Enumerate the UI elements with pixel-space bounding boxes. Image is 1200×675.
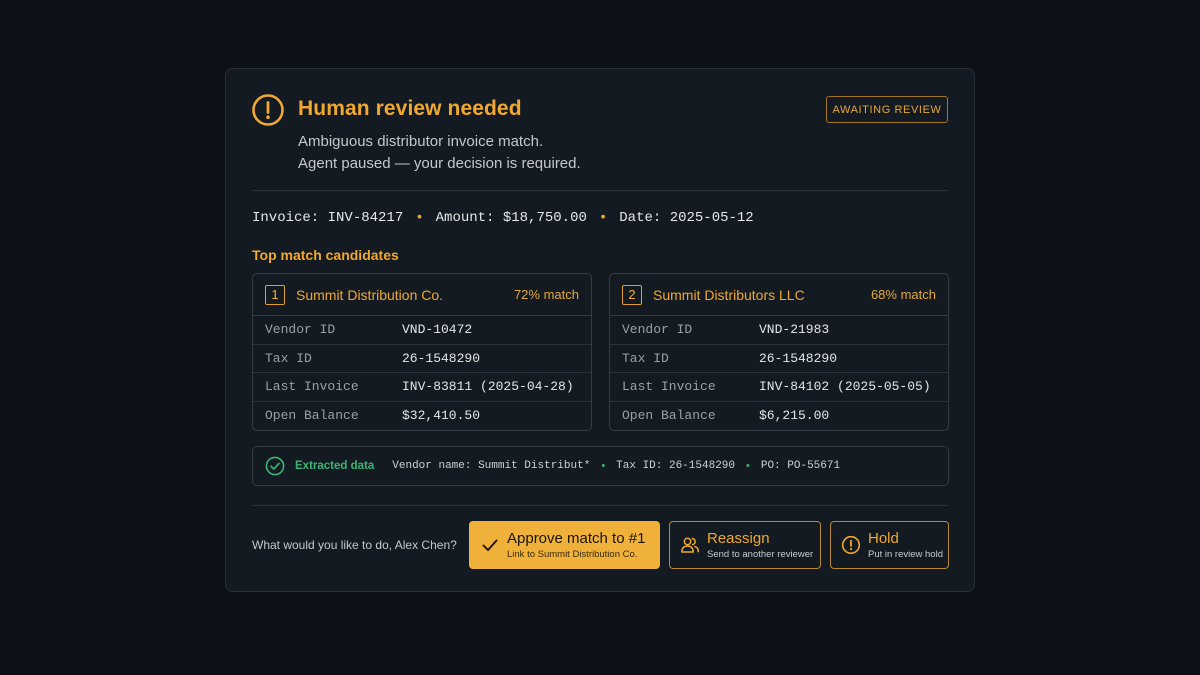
separator-dot: • [415,210,424,226]
table-row: Tax ID 26-1548290 [253,345,591,373]
candidate-header: 1 Summit Distribution Co. 72% match [253,274,591,316]
review-card: Human review needed Ambiguous distributo… [225,68,975,592]
row-value: VND-21983 [759,322,830,338]
row-label: Last Invoice [265,379,359,395]
candidate-name: Summit Distributors LLC [653,286,805,303]
invoice-summary: Invoice: INV-84217 • Amount: $18,750.00 … [252,210,754,226]
row-value: $6,215.00 [759,408,830,424]
approve-label: Approve match to #1 [507,529,646,547]
row-value: VND-10472 [402,322,473,338]
subtitle-line-2: Agent paused — your decision is required… [298,155,581,172]
row-label: Tax ID [265,350,312,366]
row-label: Vendor ID [622,322,693,338]
page-subtitle: Ambiguous distributor invoice match. Age… [298,131,581,175]
match-score: 68% match [870,287,936,302]
extracted-data-bar: Extracted data Vendor name: Summit Distr… [252,446,949,486]
candidate-header: 2 Summit Distributors LLC 68% match [610,274,948,316]
extracted-po: PO: PO-55671 [760,460,841,472]
table-row: Vendor ID VND-10472 [253,316,591,345]
candidate-card-2[interactable]: 2 Summit Distributors LLC 68% match Vend… [609,273,949,431]
table-row: Open Balance $6,215.00 [610,402,948,431]
action-prompt: What would you like to do, Alex Chen? [252,538,457,552]
separator-dot: • [601,460,606,472]
reassign-sublabel: Send to another reviewer [707,548,814,560]
invoice-date: Date: 2025-05-12 [619,210,754,226]
candidates-heading: Top match candidates [252,247,399,263]
separator-dot: • [598,210,608,226]
approve-button[interactable]: Approve match to #1 Link to Summit Distr… [469,521,660,569]
alert-circle-icon [841,535,861,555]
table-row: Last Invoice INV-84102 (2025-05-05) [610,373,948,402]
invoice-number: Invoice: INV-84217 [252,210,404,226]
row-label: Vendor ID [265,322,336,338]
row-value: 26-1548290 [402,350,481,366]
users-icon [681,537,700,553]
divider [252,190,948,191]
row-label: Tax ID [622,350,669,366]
table-row: Last Invoice INV-83811 (2025-04-28) [253,373,591,402]
extracted-vendor: Vendor name: Summit Distribut* [392,460,591,472]
candidate-number: 1 [265,284,285,305]
reassign-label: Reassign [707,529,770,547]
hold-button[interactable]: Hold Put in review hold [830,521,949,569]
table-row: Tax ID 26-1548290 [610,345,948,373]
candidate-number: 2 [622,284,642,305]
separator-dot: • [746,460,750,472]
alert-circle-icon [252,94,284,126]
row-label: Open Balance [622,408,716,424]
row-value: INV-84102 (2025-05-05) [759,379,931,395]
match-score: 72% match [513,287,579,302]
invoice-amount: Amount: $18,750.00 [435,210,587,226]
status-badge: AWAITING REVIEW [826,96,948,123]
row-value: 26-1548290 [759,350,838,366]
check-circle-icon [265,456,285,476]
row-value: INV-83811 (2025-04-28) [402,379,574,395]
approve-sublabel: Link to Summit Distribution Co. [507,548,638,560]
extracted-tax-id: Tax ID: 26-1548290 [616,460,735,472]
extracted-label: Extracted data [295,460,375,472]
table-row: Open Balance $32,410.50 [253,402,591,431]
page-title: Human review needed [298,97,522,120]
divider [252,505,948,506]
candidate-name: Summit Distribution Co. [296,286,444,303]
table-row: Vendor ID VND-21983 [610,316,948,345]
row-value: $32,410.50 [402,408,481,424]
subtitle-line-1: Ambiguous distributor invoice match. [298,133,544,150]
candidate-card-1[interactable]: 1 Summit Distribution Co. 72% match Vend… [252,273,592,431]
hold-sublabel: Put in review hold [868,548,943,560]
reassign-button[interactable]: Reassign Send to another reviewer [669,521,821,569]
checkmark-icon [482,539,498,551]
hold-label: Hold [868,529,899,547]
row-label: Last Invoice [622,379,716,395]
row-label: Open Balance [265,408,359,424]
